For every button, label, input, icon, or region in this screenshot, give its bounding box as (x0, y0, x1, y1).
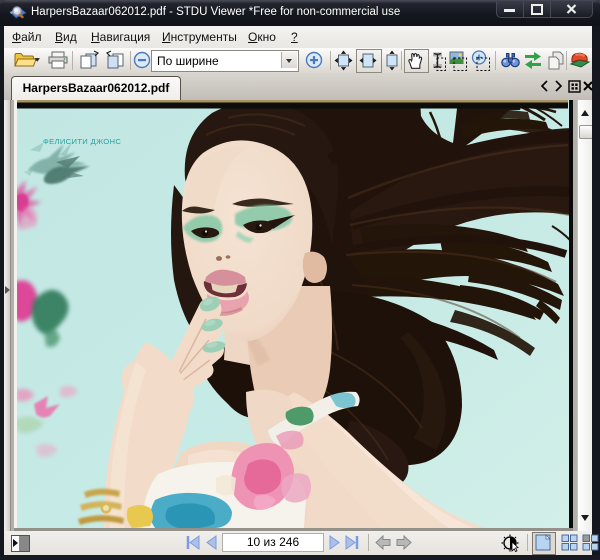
svg-text:ФЕЛИСИТИ ДЖОНС: ФЕЛИСИТИ ДЖОНС (43, 137, 121, 146)
